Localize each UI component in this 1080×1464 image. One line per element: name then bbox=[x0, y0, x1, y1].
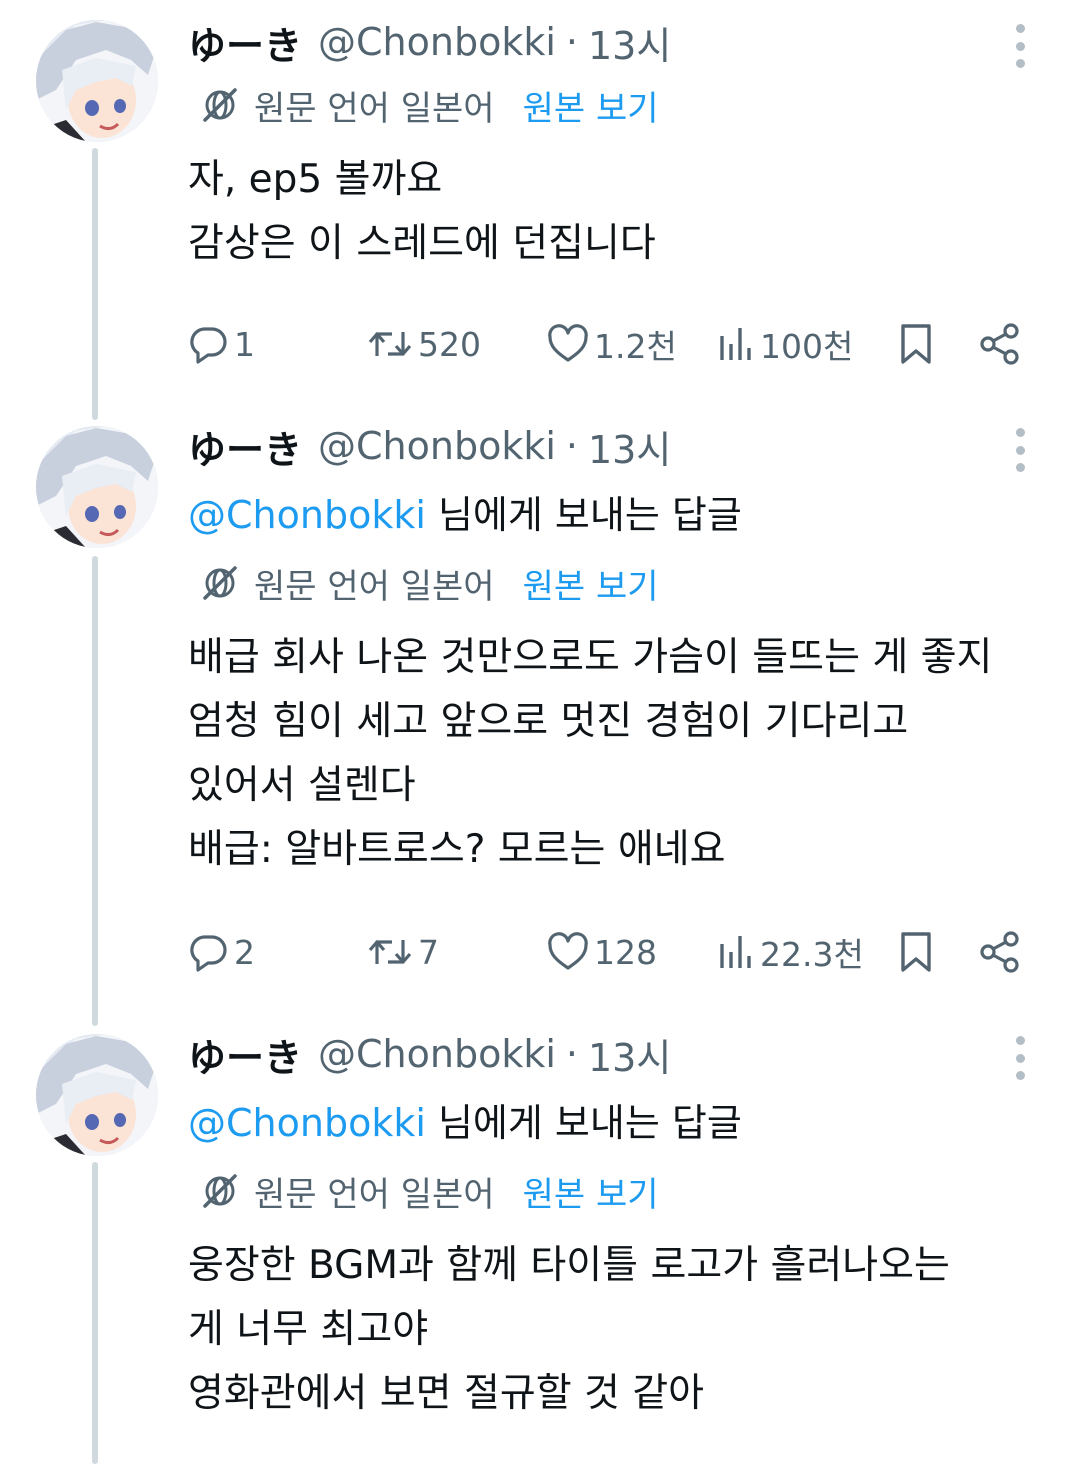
share-icon bbox=[980, 931, 1019, 973]
tweet-text: 자, ep5 볼까요 감상은 이 스레드에 던집니다 bbox=[188, 148, 1048, 276]
like-button[interactable]: 128 bbox=[546, 924, 657, 980]
display-name[interactable]: ゆーき bbox=[188, 15, 302, 70]
bookmark-icon bbox=[901, 324, 931, 364]
translation-notice: 원문 언어 일본어 원본 보기 bbox=[200, 1166, 659, 1216]
avatar[interactable] bbox=[36, 1034, 158, 1156]
timestamp[interactable]: 13시 bbox=[588, 1027, 671, 1082]
translation-label: 원문 언어 일본어 bbox=[254, 88, 495, 129]
retweet-button[interactable]: 520 bbox=[366, 316, 481, 372]
reply-button[interactable]: 1 bbox=[186, 316, 255, 372]
separator-dot: · bbox=[565, 1032, 578, 1076]
view-count: 100천 bbox=[760, 327, 854, 366]
translate-slash-icon bbox=[203, 1174, 237, 1208]
tweet[interactable]: ゆーき @Chonbokki · 13시 원문 언어 일본어 원본 보기 자, … bbox=[0, 0, 1080, 420]
user-handle[interactable]: @Chonbokki bbox=[318, 20, 556, 64]
reply-icon bbox=[190, 935, 227, 972]
views-button[interactable]: 22.3천 bbox=[716, 924, 864, 980]
share-button[interactable] bbox=[978, 316, 1022, 372]
tweet-text: 배급 회사 나온 것만으로도 가슴이 들뜨는 게 좋지 엄청 힘이 세고 앞으로… bbox=[188, 626, 1048, 882]
timestamp[interactable]: 13시 bbox=[588, 419, 671, 474]
mention-link[interactable]: @Chonbokki bbox=[188, 1101, 426, 1145]
mention-link[interactable]: @Chonbokki bbox=[188, 493, 426, 537]
separator-dot: · bbox=[565, 424, 578, 468]
view-original-link[interactable]: 원본 보기 bbox=[523, 559, 659, 608]
translate-slash-icon bbox=[203, 88, 237, 122]
views-bar-chart-icon bbox=[720, 936, 751, 968]
tweet-header: ゆーき @Chonbokki · 13시 bbox=[188, 1024, 671, 1084]
tweet-text-line: 엄청 힘이 세고 앞으로 멋진 경험이 기다리고 bbox=[188, 699, 909, 744]
translation-label: 원문 언어 일본어 bbox=[254, 1174, 495, 1215]
reply-context: @Chonbokki 님에게 보내는 답글 bbox=[188, 1092, 742, 1147]
more-vertical-icon[interactable] bbox=[1010, 428, 1030, 472]
avatar[interactable] bbox=[36, 20, 158, 142]
tweet-header: ゆーき @Chonbokki · 13시 bbox=[188, 416, 671, 476]
views-button[interactable]: 100천 bbox=[716, 316, 853, 372]
share-button[interactable] bbox=[978, 924, 1022, 980]
share-icon bbox=[980, 323, 1019, 365]
bookmark-button[interactable] bbox=[896, 924, 936, 980]
tweet-text-line: 감상은 이 스레드에 던집니다 bbox=[188, 221, 656, 266]
timestamp[interactable]: 13시 bbox=[588, 15, 671, 70]
view-original-link[interactable]: 원본 보기 bbox=[523, 1167, 659, 1216]
tweet-text-line: 웅장한 BGM과 함께 타이틀 로고가 흘러나오는 bbox=[188, 1243, 950, 1288]
translate-slash-icon bbox=[203, 566, 237, 600]
bookmark-icon bbox=[901, 932, 931, 972]
more-vertical-icon[interactable] bbox=[1010, 24, 1030, 68]
view-original-link[interactable]: 원본 보기 bbox=[523, 81, 659, 130]
retweet-icon bbox=[368, 332, 412, 356]
like-count: 128 bbox=[594, 932, 657, 972]
action-bar: 1 520 1.2천 100천 bbox=[186, 316, 1036, 372]
tweet[interactable]: ゆーき @Chonbokki · 13시 @Chonbokki 님에게 보내는 … bbox=[0, 1018, 1080, 1464]
view-count: 22.3천 bbox=[760, 935, 864, 974]
display-name[interactable]: ゆーき bbox=[188, 419, 302, 474]
tweet-text: 웅장한 BGM과 함께 타이틀 로고가 흘러나오는 게 너무 최고야 영화관에서… bbox=[188, 1234, 1048, 1426]
reply-icon bbox=[190, 327, 227, 364]
translation-label: 원문 언어 일본어 bbox=[254, 566, 495, 607]
retweet-button[interactable]: 7 bbox=[366, 924, 439, 980]
heart-icon bbox=[548, 324, 588, 362]
reply-context-label: 님에게 보내는 답글 bbox=[425, 1101, 742, 1145]
display-name[interactable]: ゆーき bbox=[188, 1027, 302, 1082]
views-bar-chart-icon bbox=[720, 328, 751, 360]
like-button[interactable]: 1.2천 bbox=[546, 316, 677, 372]
tweet-header: ゆーき @Chonbokki · 13시 bbox=[188, 12, 671, 72]
separator-dot: · bbox=[565, 20, 578, 64]
translation-notice: 원문 언어 일본어 원본 보기 bbox=[200, 558, 659, 608]
bookmark-button[interactable] bbox=[896, 316, 936, 372]
tweet-text-line: 게 너무 최고야 bbox=[188, 1307, 429, 1352]
user-handle[interactable]: @Chonbokki bbox=[318, 424, 556, 468]
retweet-icon bbox=[368, 940, 412, 964]
heart-icon bbox=[548, 932, 588, 970]
avatar[interactable] bbox=[36, 426, 158, 548]
action-bar: 2 7 128 22.3천 bbox=[186, 924, 1036, 980]
tweet-text-line: 자, ep5 볼까요 bbox=[188, 157, 443, 202]
reply-button[interactable]: 2 bbox=[186, 924, 255, 980]
tweet-text-line: 영화관에서 보면 절규할 것 같아 bbox=[188, 1371, 705, 1416]
user-handle[interactable]: @Chonbokki bbox=[318, 1032, 556, 1076]
reply-context-label: 님에게 보내는 답글 bbox=[425, 493, 742, 537]
tweet-text-line: 있어서 설렌다 bbox=[188, 763, 416, 808]
retweet-count: 520 bbox=[418, 324, 481, 364]
reply-context: @Chonbokki 님에게 보내는 답글 bbox=[188, 484, 742, 539]
like-count: 1.2천 bbox=[594, 327, 677, 366]
translation-notice: 원문 언어 일본어 원본 보기 bbox=[200, 80, 659, 130]
more-vertical-icon[interactable] bbox=[1010, 1036, 1030, 1080]
reply-count: 2 bbox=[234, 932, 255, 972]
tweet-text-line: 배급 회사 나온 것만으로도 가슴이 들뜨는 게 좋지 bbox=[188, 635, 993, 680]
tweet-text-line: 배급: 알바트로스? 모르는 애네요 bbox=[188, 827, 726, 872]
retweet-count: 7 bbox=[418, 932, 439, 972]
reply-count: 1 bbox=[234, 324, 255, 364]
tweet[interactable]: ゆーき @Chonbokki · 13시 @Chonbokki 님에게 보내는 … bbox=[0, 410, 1080, 1010]
